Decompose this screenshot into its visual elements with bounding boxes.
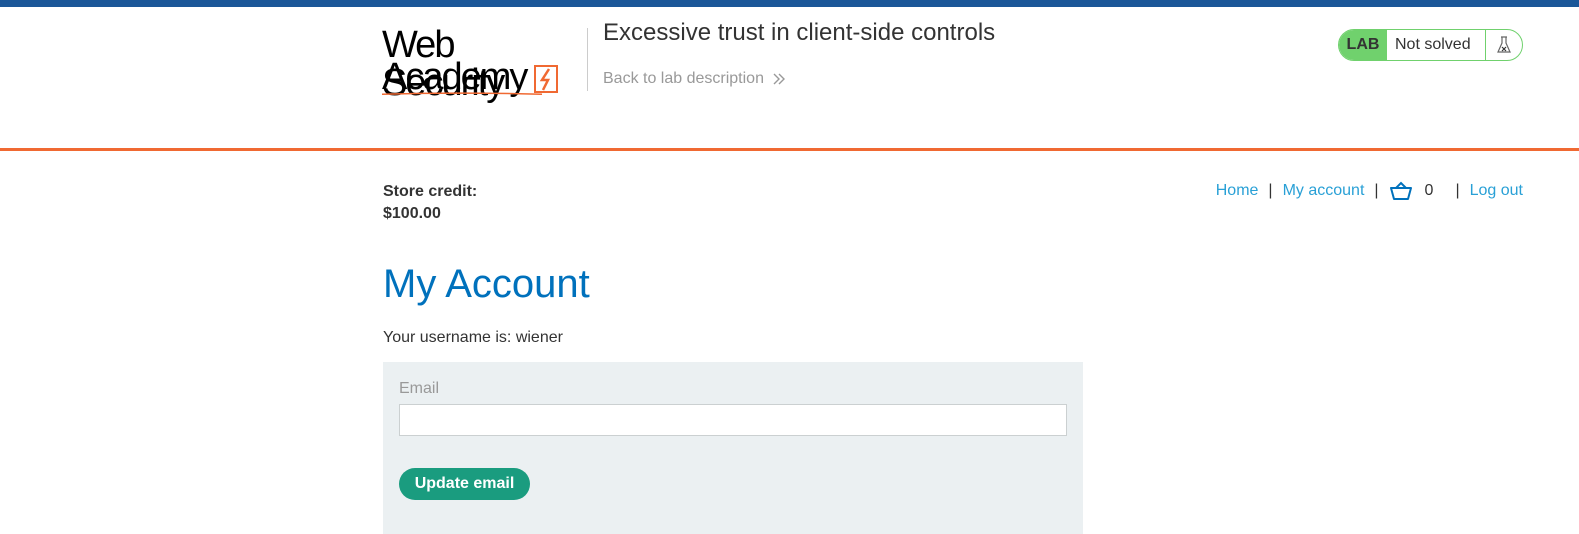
nav-log-out-link[interactable]: Log out xyxy=(1470,182,1523,200)
flask-icon xyxy=(1486,30,1522,60)
logo-divider xyxy=(587,28,588,91)
username-text: Your username is: wiener xyxy=(383,329,563,346)
lab-status-widget: LAB Not solved xyxy=(1338,29,1523,61)
back-to-lab-description-link[interactable]: Back to lab description xyxy=(603,70,786,88)
lab-status-text: Not solved xyxy=(1387,30,1486,60)
top-nav: Home | My account | 0 | Log out xyxy=(1216,181,1523,201)
logo-swoosh xyxy=(382,92,542,95)
lab-badge: LAB xyxy=(1339,30,1387,60)
nav-separator: | xyxy=(1374,182,1379,199)
store-credit-label: Store credit: xyxy=(383,183,478,200)
cart-link[interactable]: 0 xyxy=(1389,181,1434,201)
web-security-academy-logo[interactable]: Web Security Academy xyxy=(382,26,582,102)
store-credit: Store credit: $100.00 xyxy=(383,181,477,225)
basket-icon xyxy=(1389,181,1412,200)
nav-home-link[interactable]: Home xyxy=(1216,182,1259,200)
nav-separator: | xyxy=(1455,182,1460,199)
store-credit-value: $100.00 xyxy=(383,205,441,222)
header-divider xyxy=(0,148,1579,151)
email-label: Email xyxy=(399,380,440,397)
cart-count: 0 xyxy=(1424,182,1434,199)
update-email-button[interactable]: Update email xyxy=(399,468,530,500)
nav-my-account-link[interactable]: My account xyxy=(1283,182,1365,200)
lab-title: Excessive trust in client-side controls xyxy=(603,19,996,46)
change-email-form: Email Update email xyxy=(383,362,1083,534)
page-title: My Account xyxy=(383,262,590,306)
back-link-label: Back to lab description xyxy=(603,70,764,87)
top-accent-bar xyxy=(0,0,1579,7)
logo-line-2: Academy xyxy=(382,56,528,98)
lightning-icon xyxy=(534,65,558,93)
nav-separator: | xyxy=(1268,182,1273,199)
email-input[interactable] xyxy=(399,404,1067,436)
double-chevron-right-icon xyxy=(773,73,785,85)
